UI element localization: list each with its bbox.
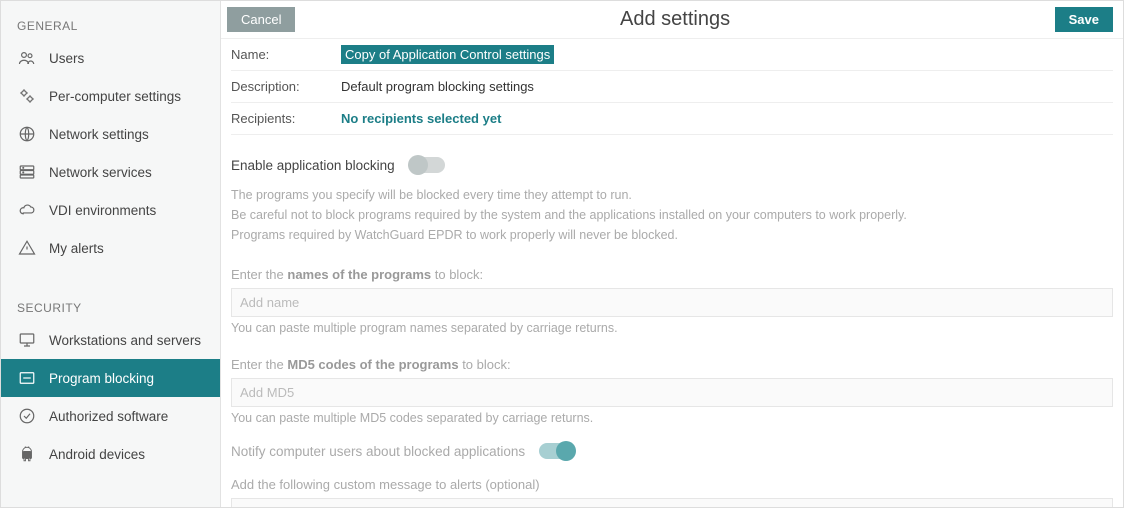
alert-icon (17, 238, 37, 258)
sidebar-item-label: VDI environments (49, 203, 156, 218)
sidebar-item-android-devices[interactable]: Android devices (1, 435, 220, 473)
description-label: Description: (231, 79, 321, 94)
name-value[interactable]: Copy of Application Control settings (341, 47, 554, 62)
save-button[interactable]: Save (1055, 7, 1113, 32)
sidebar-item-workstations-servers[interactable]: Workstations and servers (1, 321, 220, 359)
name-row: Name: Copy of Application Control settin… (231, 39, 1113, 71)
sidebar-item-my-alerts[interactable]: My alerts (1, 229, 220, 267)
sidebar-item-program-blocking[interactable]: Program blocking (1, 359, 220, 397)
sidebar-item-label: Per-computer settings (49, 89, 181, 104)
notify-toggle[interactable] (539, 443, 575, 459)
names-hint: You can paste multiple program names sep… (231, 321, 1113, 335)
recipients-label: Recipients: (231, 111, 321, 126)
topbar: Cancel Add settings Save (221, 1, 1123, 39)
enable-blocking-toggle[interactable] (409, 157, 445, 173)
md5-input[interactable] (231, 378, 1113, 407)
notify-row: Notify computer users about blocked appl… (231, 443, 1113, 459)
sidebar: GENERAL Users Per-computer settings Netw… (1, 1, 221, 507)
name-label: Name: (231, 47, 321, 62)
recipients-link[interactable]: No recipients selected yet (341, 111, 501, 126)
content: Name: Copy of Application Control settin… (221, 39, 1123, 507)
description-value[interactable]: Default program blocking settings (341, 79, 534, 94)
sidebar-item-per-computer-settings[interactable]: Per-computer settings (1, 77, 220, 115)
enable-blocking-label: Enable application blocking (231, 158, 395, 173)
recipients-row: Recipients: No recipients selected yet (231, 103, 1113, 135)
sidebar-item-users[interactable]: Users (1, 39, 220, 77)
sidebar-item-network-services[interactable]: Network services (1, 153, 220, 191)
sidebar-item-label: Workstations and servers (49, 333, 201, 348)
check-circle-icon (17, 406, 37, 426)
description-row: Description: Default program blocking se… (231, 71, 1113, 103)
cloud-icon (17, 200, 37, 220)
sidebar-item-authorized-software[interactable]: Authorized software (1, 397, 220, 435)
android-icon (17, 444, 37, 464)
info-line-1: The programs you specify will be blocked… (231, 185, 1113, 205)
sidebar-section-general: GENERAL (1, 9, 220, 39)
sidebar-item-network-settings[interactable]: Network settings (1, 115, 220, 153)
md5-hint: You can paste multiple MD5 codes separat… (231, 411, 1113, 425)
custom-message-input[interactable] (231, 498, 1113, 507)
custom-message-label: Add the following custom message to aler… (231, 477, 1113, 492)
name-value-text: Copy of Application Control settings (341, 45, 554, 64)
info-line-3: Programs required by WatchGuard EPDR to … (231, 225, 1113, 245)
gears-icon (17, 86, 37, 106)
sidebar-item-label: Network services (49, 165, 152, 180)
sidebar-item-label: Network settings (49, 127, 149, 142)
names-input[interactable] (231, 288, 1113, 317)
notify-label: Notify computer users about blocked appl… (231, 444, 525, 459)
globe-icon (17, 124, 37, 144)
block-icon (17, 368, 37, 388)
info-line-2: Be careful not to block programs require… (231, 205, 1113, 225)
cancel-button[interactable]: Cancel (227, 7, 295, 32)
sidebar-item-label: Authorized software (49, 409, 168, 424)
names-field-label: Enter the names of the programs to block… (231, 267, 1113, 282)
sidebar-item-label: Users (49, 51, 84, 66)
md5-field-label: Enter the MD5 codes of the programs to b… (231, 357, 1113, 372)
sidebar-item-label: My alerts (49, 241, 104, 256)
main: Cancel Add settings Save Name: Copy of A… (221, 1, 1123, 507)
enable-blocking-row: Enable application blocking (231, 157, 1113, 173)
sidebar-item-label: Android devices (49, 447, 145, 462)
monitor-icon (17, 330, 37, 350)
sidebar-item-vdi-environments[interactable]: VDI environments (1, 191, 220, 229)
users-icon (17, 48, 37, 68)
sidebar-section-security: SECURITY (1, 291, 220, 321)
server-icon (17, 162, 37, 182)
page-title: Add settings (295, 8, 1054, 31)
sidebar-item-label: Program blocking (49, 371, 154, 386)
